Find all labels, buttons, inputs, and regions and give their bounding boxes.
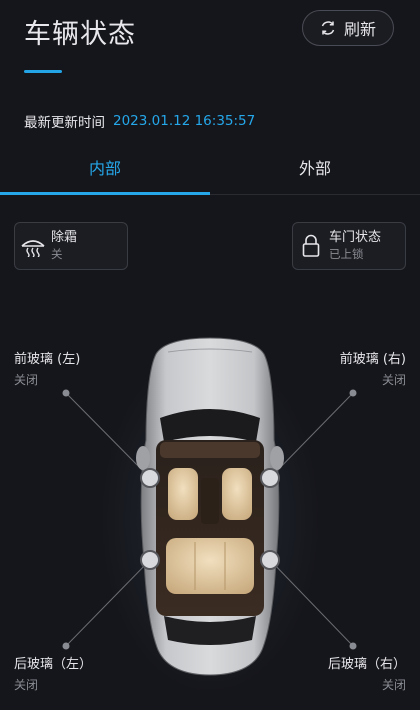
window-dot-rear-right[interactable] (260, 550, 280, 570)
connector-rear-right (269, 559, 354, 647)
window-rear-right-state: 关闭 (381, 678, 406, 692)
car-top-view (136, 337, 284, 676)
connector-rear-left (65, 559, 151, 647)
seat-front-right (222, 468, 252, 520)
window-front-left-label: 前玻璃 (左) (14, 352, 81, 367)
window-dot-front-left[interactable] (140, 468, 160, 488)
window-dot-front-right[interactable] (260, 468, 280, 488)
anchor-rear-right (349, 642, 357, 650)
window-dot-rear-left[interactable] (140, 550, 160, 570)
seat-front-left (168, 468, 198, 520)
window-rear-left-state: 关闭 (14, 678, 39, 692)
window-front-left-state: 关闭 (14, 373, 39, 387)
anchor-rear-left (62, 642, 70, 650)
anchor-front-right (349, 389, 357, 397)
window-rear-right-label: 后玻璃（右） (327, 657, 406, 672)
anchor-front-left (62, 389, 70, 397)
seat-rear (166, 538, 254, 594)
window-front-right-state: 关闭 (381, 373, 406, 387)
connector-front-left (65, 392, 151, 479)
window-rear-left-label: 后玻璃（左） (14, 657, 93, 672)
window-front-right-label: 前玻璃 (右) (339, 352, 406, 367)
